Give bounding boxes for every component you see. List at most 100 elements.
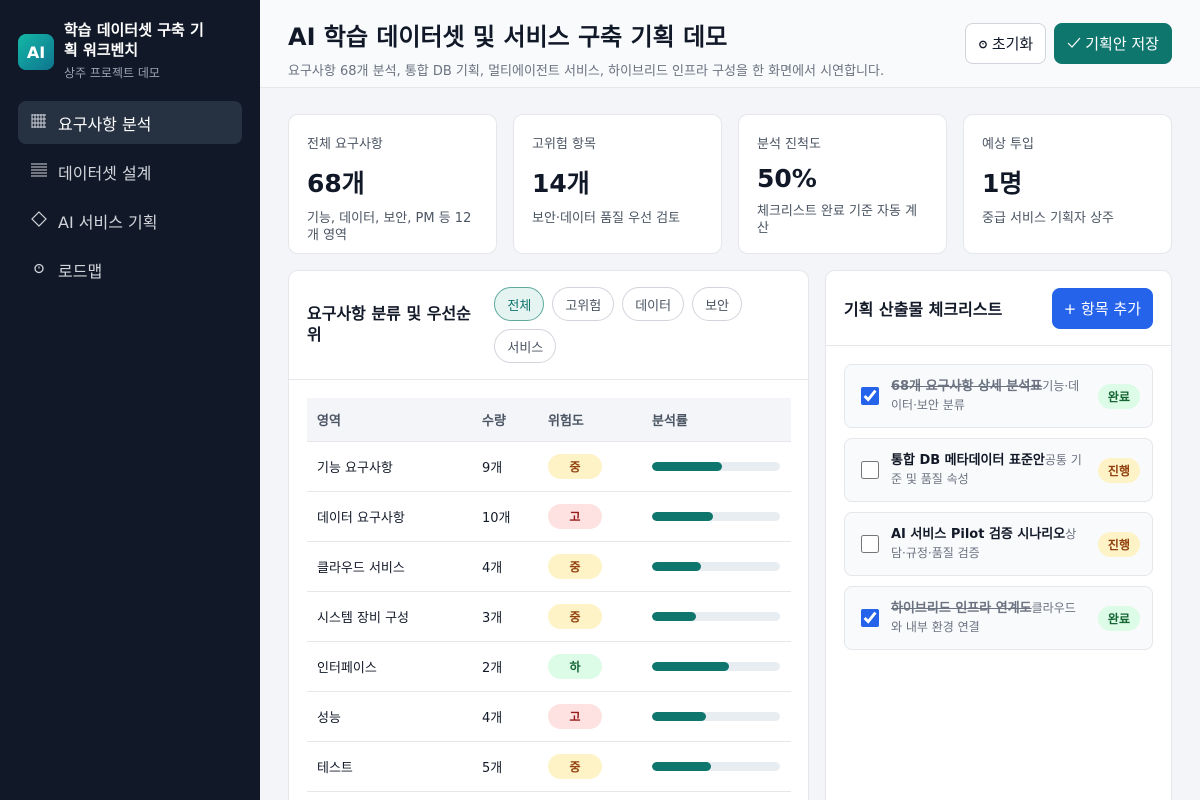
- checklist-checkbox[interactable]: [861, 387, 879, 405]
- cell-progress: [642, 641, 791, 692]
- table-row[interactable]: 인터페이스 2개 하: [307, 641, 791, 692]
- stat-value: 1명: [982, 169, 1023, 198]
- stat-card-total: 전체 요구사항 68개 기능, 데이터, 보안, PM 등 12개 영역: [288, 114, 497, 254]
- add-item-button[interactable]: + 항목 추가: [1051, 287, 1153, 329]
- table-row[interactable]: 기능 요구사항 9개 중: [307, 441, 791, 492]
- sidebar-item-requirements[interactable]: 요구사항 분석: [18, 101, 242, 144]
- stat-card-staffing: 예상 투입 1명 중급 서비스 기획자 상주: [963, 114, 1172, 254]
- filter-chip-data[interactable]: 데이터: [622, 287, 685, 321]
- header: AI 학습 데이터셋 및 서비스 구축 기획 데모 요구사항 68개 분석, 통…: [260, 0, 1200, 88]
- checklist-checkbox[interactable]: [861, 461, 879, 479]
- brand-title: 학습 데이터셋 구축 기획 워크벤치: [64, 21, 204, 59]
- checklist-item[interactable]: 통합 DB 메타데이터 표준안공통 기준 및 품질 속성 진행: [844, 438, 1153, 502]
- checklist-item-name: 68개 요구사항 상세 분석표: [891, 379, 1043, 394]
- table-row[interactable]: 성능 4개 고: [307, 691, 791, 742]
- checklist-checkbox[interactable]: [861, 609, 879, 627]
- cell-area: 테스트: [307, 741, 472, 792]
- progress-bar-fill: [652, 561, 701, 571]
- risk-badge: 중: [548, 603, 602, 629]
- brand: AI 학습 데이터셋 구축 기획 워크벤치 상주 프로젝트 데모: [18, 20, 242, 81]
- check-icon: [1067, 35, 1081, 53]
- sidebar-item-label: 로드맵: [58, 261, 103, 281]
- filter-chip-service[interactable]: 서비스: [494, 329, 557, 363]
- stat-value: 50%: [757, 164, 817, 193]
- cell-risk: 고: [538, 491, 642, 542]
- progress-bar-fill: [652, 661, 729, 671]
- sidebar-item-label: 데이터셋 설계: [58, 163, 152, 183]
- stat-card-high-risk: 고위험 항목 14개 보안·데이터 품질 우선 검토: [513, 114, 722, 254]
- checklist-panel: 기획 산출물 체크리스트 + 항목 추가 68개 요구사항 상세 분석표기능·데…: [825, 270, 1172, 800]
- cell-progress: [642, 691, 791, 742]
- risk-badge: 고: [548, 703, 602, 729]
- cell-count: 10개: [472, 491, 538, 542]
- requirements-title: 요구사항 분류 및 우선순위: [307, 304, 471, 344]
- cell-progress: [642, 491, 791, 542]
- checklist-item-name: 하이브리드 인프라 연계도: [891, 601, 1032, 616]
- sidebar-item-dataset[interactable]: 데이터셋 설계: [18, 150, 242, 193]
- stat-label: 고위험 항목: [532, 137, 596, 152]
- column-header-count: 수량: [472, 398, 538, 442]
- progress-bar: [652, 711, 780, 721]
- progress-bar: [652, 461, 780, 471]
- risk-badge: 중: [548, 753, 602, 779]
- checklist-text: 통합 DB 메타데이터 표준안공통 기준 및 품질 속성: [891, 451, 1086, 489]
- reset-label: 초기화: [991, 35, 1034, 53]
- checklist-text: 하이브리드 인프라 연계도클라우드와 내부 환경 연결: [891, 599, 1086, 637]
- requirements-table: 영역 수량 위험도 분석률 기능 요구사항 9개 중 데이터 요구사항 10개 고 클라우드…: [307, 398, 791, 792]
- save-button[interactable]: 기획안 저장: [1054, 23, 1172, 64]
- stat-cards: 전체 요구사항 68개 기능, 데이터, 보안, PM 등 12개 영역 고위험…: [288, 114, 1172, 254]
- table-row[interactable]: 클라우드 서비스 4개 중: [307, 541, 791, 592]
- sidebar: AI 학습 데이터셋 구축 기획 워크벤치 상주 프로젝트 데모 요구사항 분석…: [0, 0, 260, 800]
- column-header-risk: 위험도: [538, 398, 642, 442]
- cell-count: 3개: [472, 591, 538, 642]
- cell-count: 5개: [472, 741, 538, 792]
- column-header-progress: 분석률: [642, 398, 791, 442]
- sidebar-item-label: 요구사항 분석: [58, 114, 152, 134]
- checklist: 68개 요구사항 상세 분석표기능·데이터·보안 분류 완료통합 DB 메타데이터…: [826, 346, 1171, 668]
- progress-bar-fill: [652, 461, 723, 471]
- checklist-checkbox[interactable]: [861, 535, 879, 553]
- status-badge: 진행: [1097, 531, 1140, 557]
- table-row[interactable]: 데이터 요구사항 10개 고: [307, 491, 791, 542]
- cell-count: 2개: [472, 641, 538, 692]
- cell-count: 4개: [472, 541, 538, 592]
- progress-bar-fill: [652, 761, 711, 771]
- cell-risk: 중: [538, 441, 642, 492]
- cell-risk: 중: [538, 591, 642, 642]
- sidebar-nav: 요구사항 분석 데이터셋 설계 AI 서비스 기획 로드맵: [18, 101, 242, 291]
- table-header-row: 영역 수량 위험도 분석률: [307, 398, 791, 442]
- checklist-item-name: AI 서비스 Pilot 검증 시나리오: [891, 527, 1066, 542]
- table-row[interactable]: 테스트 5개 중: [307, 741, 791, 792]
- sidebar-item-label: AI 서비스 기획: [58, 212, 158, 232]
- stat-desc: 체크리스트 완료 기준 자동 계산: [757, 204, 918, 236]
- cell-area: 데이터 요구사항: [307, 491, 472, 542]
- stat-label: 전체 요구사항: [307, 137, 383, 152]
- cell-area: 인터페이스: [307, 641, 472, 692]
- checklist-item[interactable]: 하이브리드 인프라 연계도클라우드와 내부 환경 연결 완료: [844, 586, 1153, 650]
- filter-chip-all[interactable]: 전체: [494, 287, 545, 321]
- risk-badge: 중: [548, 453, 602, 479]
- sidebar-item-roadmap[interactable]: 로드맵: [18, 248, 242, 291]
- checklist-text: 68개 요구사항 상세 분석표기능·데이터·보안 분류: [891, 377, 1086, 415]
- progress-bar-fill: [652, 611, 696, 621]
- cell-risk: 중: [538, 541, 642, 592]
- progress-bar-fill: [652, 711, 706, 721]
- cell-area: 성능: [307, 691, 472, 742]
- checklist-item[interactable]: 68개 요구사항 상세 분석표기능·데이터·보안 분류 완료: [844, 364, 1153, 428]
- checklist-item[interactable]: AI 서비스 Pilot 검증 시나리오상담·규정·품질 검증 진행: [844, 512, 1153, 576]
- cell-progress: [642, 441, 791, 492]
- brand-logo: AI: [18, 34, 54, 70]
- table-row[interactable]: 시스템 장비 구성 3개 중: [307, 591, 791, 642]
- reset-button[interactable]: 초기화: [964, 23, 1047, 64]
- cell-progress: [642, 741, 791, 792]
- stat-value: 14개: [532, 169, 590, 198]
- reset-icon: [978, 35, 988, 53]
- sidebar-item-ai-service[interactable]: AI 서비스 기획: [18, 199, 242, 242]
- requirements-panel: 요구사항 분류 및 우선순위 전체 고위험 데이터 보안 서비스 영역 수량 위…: [288, 270, 809, 800]
- progress-bar: [652, 511, 780, 521]
- list-icon: [30, 162, 48, 182]
- progress-bar: [652, 611, 780, 621]
- cell-risk: 고: [538, 691, 642, 742]
- filter-chip-high-risk[interactable]: 고위험: [552, 287, 615, 321]
- filter-chip-security[interactable]: 보안: [692, 287, 743, 321]
